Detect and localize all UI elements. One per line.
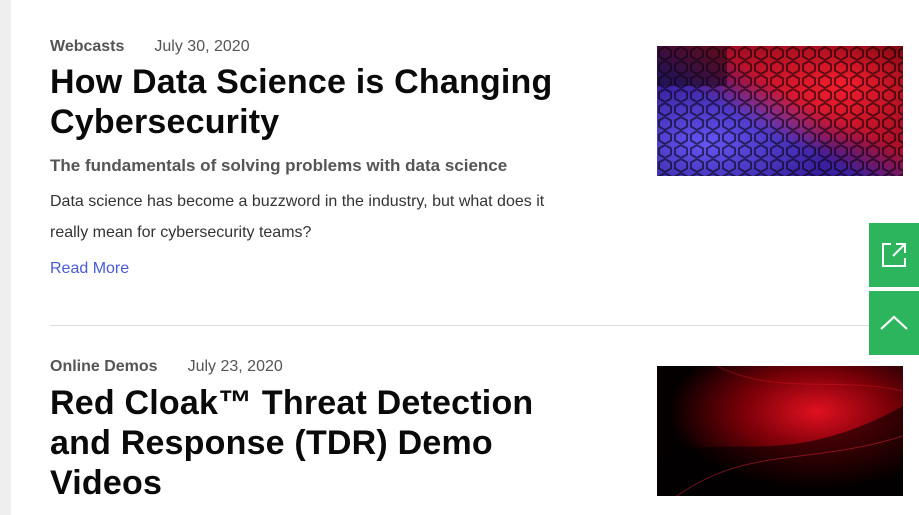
article-card: Online Demos July 23, 2020 Red Cloak™ Thr… [50, 357, 533, 503]
share-button[interactable] [869, 223, 919, 287]
title-line[interactable]: Videos [50, 464, 162, 502]
left-rail [0, 0, 11, 515]
category-link[interactable]: Webcasts [50, 38, 124, 55]
title-line[interactable]: and Response (TDR) Demo [50, 424, 493, 462]
read-more-link[interactable]: Read More [50, 258, 129, 280]
publish-date: July 30, 2020 [154, 38, 250, 55]
article-subtitle: The fundamentals of solving problems wit… [50, 156, 508, 175]
chevron-up-icon [880, 315, 908, 330]
article-card: Webcasts July 30, 2020 How Data Science i… [50, 37, 615, 280]
summary-line: really mean for cybersecurity teams? [50, 224, 312, 241]
article-meta: Online Demos July 23, 2020 [50, 357, 533, 377]
page: Webcasts July 30, 2020 How Data Science i… [0, 0, 919, 515]
article-thumbnail[interactable] [657, 46, 903, 176]
publish-date: July 23, 2020 [187, 358, 283, 375]
category-link[interactable]: Online Demos [50, 358, 158, 375]
summary-line: Data science has become a buzzword in th… [50, 193, 545, 210]
title-line[interactable]: How Data Science is Changing [50, 63, 553, 101]
article-summary: Data science has become a buzzword in th… [50, 186, 615, 248]
article-divider [50, 325, 910, 326]
back-to-top-button[interactable] [869, 291, 919, 355]
title-line[interactable]: Cybersecurity [50, 103, 279, 141]
article-thumbnail[interactable] [657, 366, 903, 496]
article-title[interactable]: Red Cloak™ Threat Detection and Response… [50, 383, 533, 503]
article-title[interactable]: How Data Science is Changing Cybersecuri… [50, 62, 615, 142]
title-line[interactable]: Red Cloak™ Threat Detection [50, 384, 533, 422]
article-meta: Webcasts July 30, 2020 [50, 37, 615, 57]
external-link-icon [882, 243, 906, 267]
